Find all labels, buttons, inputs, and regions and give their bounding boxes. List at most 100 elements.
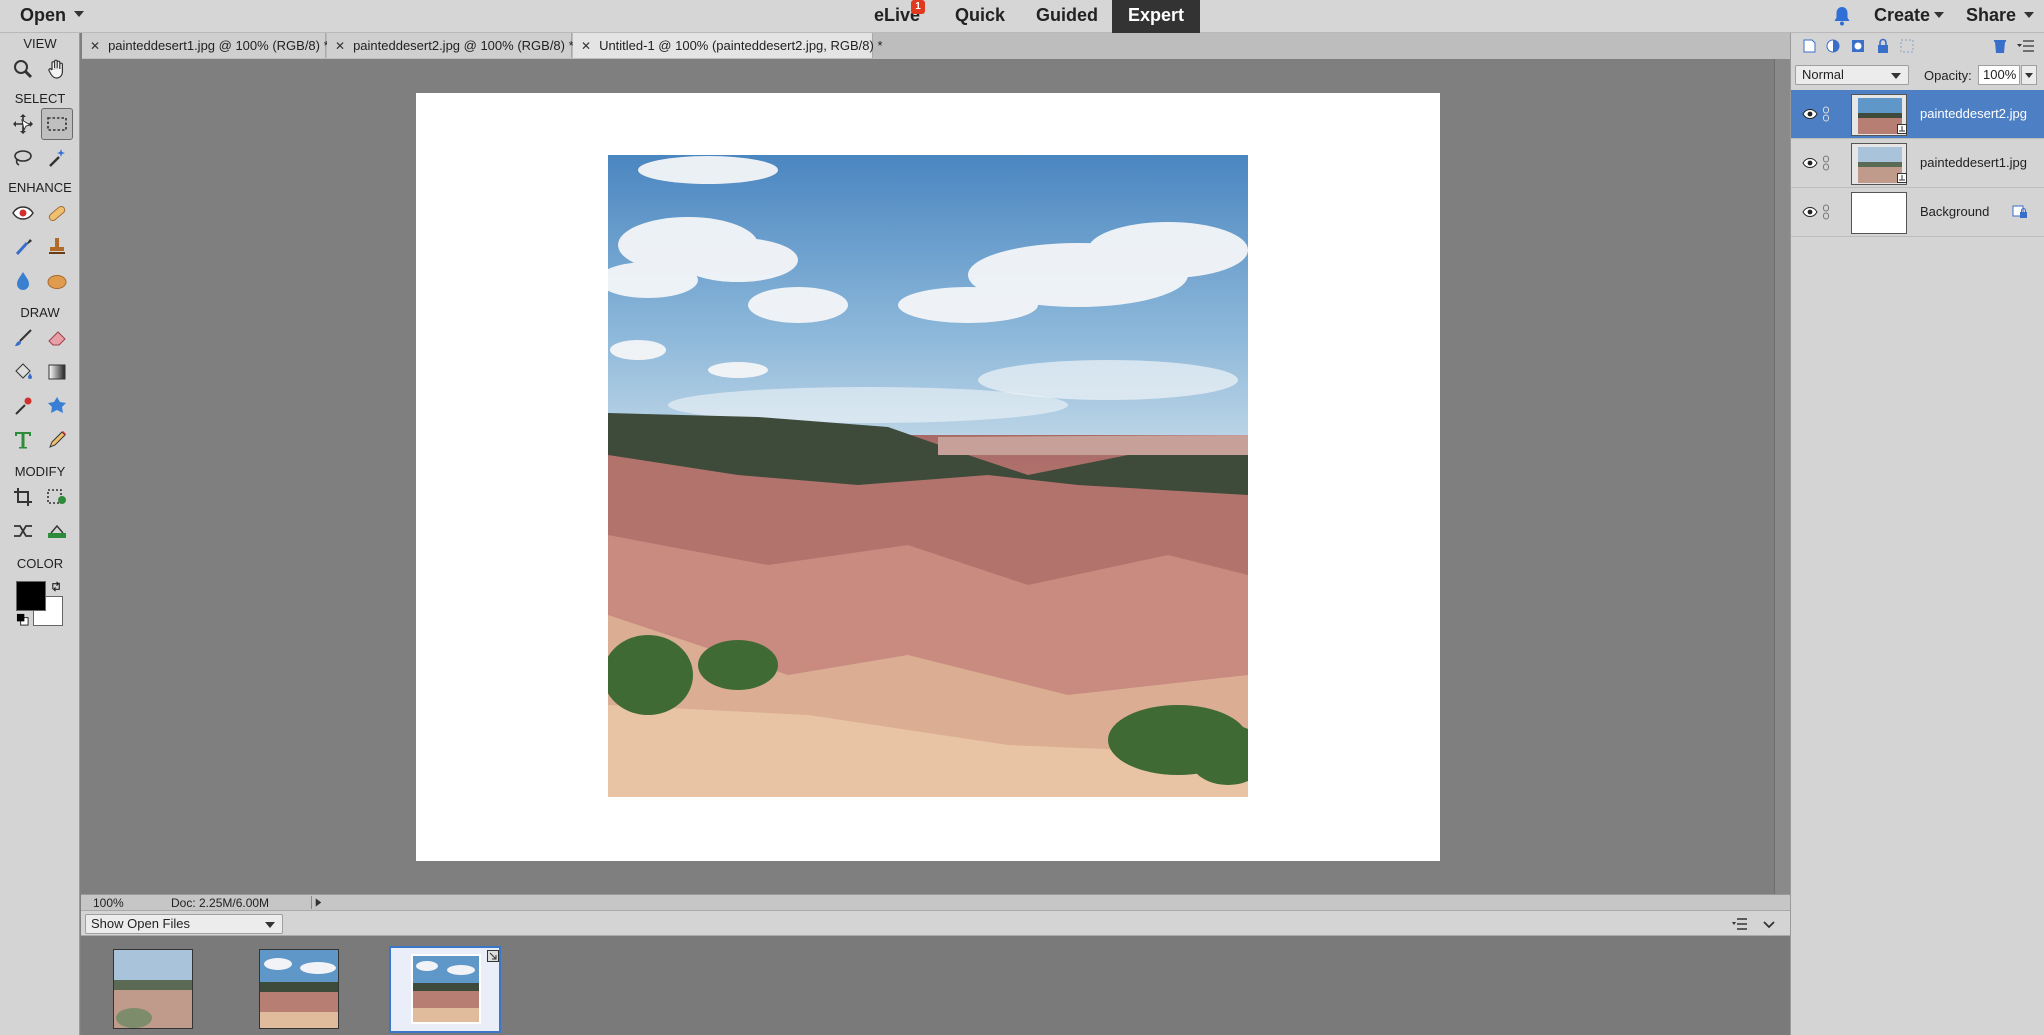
share-button[interactable]: Share	[1966, 5, 2016, 26]
content-move-icon	[14, 525, 32, 537]
move-tool[interactable]	[7, 108, 39, 140]
desert-photo-layer[interactable]	[608, 155, 1248, 797]
layer-name: painteddesert2.jpg	[1920, 106, 2027, 121]
type-tool[interactable]	[7, 424, 39, 456]
open-dropdown-chevron-icon[interactable]	[74, 11, 84, 17]
blend-mode-select[interactable]: Normal	[1795, 65, 1909, 85]
hand-icon	[48, 59, 63, 79]
lock-transparency-icon[interactable]	[1898, 37, 1916, 55]
chevron-down-icon	[1891, 73, 1901, 79]
smart-object-badge-icon	[1897, 173, 1907, 183]
top-menu-bar: Open eLive 1 Quick Guided Expert Create …	[0, 0, 2044, 33]
status-menu-arrow-icon[interactable]	[311, 896, 325, 909]
layer-row-painteddesert2[interactable]: painteddesert2.jpg	[1791, 90, 2044, 139]
create-button[interactable]: Create	[1874, 5, 1930, 26]
type-icon	[15, 432, 31, 449]
open-button[interactable]: Open	[20, 5, 66, 26]
link-icon[interactable]	[1821, 104, 1831, 124]
panel-menu-icon[interactable]	[2017, 37, 2035, 55]
create-chevron-down-icon[interactable]	[1934, 12, 1944, 18]
spot-healing-brush-tool[interactable]	[41, 197, 73, 229]
eye-red-icon	[12, 206, 34, 220]
new-layer-icon[interactable]	[1800, 37, 1818, 55]
gradient-icon	[48, 364, 66, 380]
hand-tool[interactable]	[41, 53, 73, 85]
close-tab-icon[interactable]: ✕	[335, 39, 345, 53]
thumbnail-canvas	[411, 954, 481, 1024]
bin-options-menu-icon[interactable]	[1731, 916, 1749, 932]
pencil-tool[interactable]	[41, 424, 73, 456]
paint-bucket-tool[interactable]	[7, 356, 39, 388]
close-tab-icon[interactable]: ✕	[581, 39, 591, 53]
eraser-tool[interactable]	[41, 322, 73, 354]
mode-quick-tab[interactable]: Quick	[945, 0, 1015, 33]
tab-untitled-1[interactable]: ✕ Untitled-1 @ 100% (painteddesert2.jpg, …	[573, 33, 883, 58]
tab-label: painteddesert1.jpg @ 100% (RGB/8) *	[108, 38, 329, 53]
expand-thumbnail-icon[interactable]	[487, 950, 499, 962]
thumbnail-image	[413, 956, 479, 1022]
crop-tool[interactable]	[7, 481, 39, 513]
section-label-select: SELECT	[14, 91, 66, 106]
rectangular-marquee-tool[interactable]	[41, 108, 73, 140]
lasso-tool[interactable]	[7, 142, 39, 174]
brush-tool[interactable]	[7, 322, 39, 354]
paint-bucket-icon	[15, 363, 32, 379]
trash-icon[interactable]	[1991, 37, 2009, 55]
opacity-dropdown-chevron-icon[interactable]	[2021, 65, 2037, 85]
tab-label: Untitled-1 @ 100% (painteddesert2.jpg, R…	[599, 38, 883, 53]
share-chevron-down-icon[interactable]	[2024, 12, 2034, 18]
background-lock-icon[interactable]	[2011, 203, 2029, 221]
layer-row-background[interactable]: Background	[1791, 188, 2044, 237]
recompose-tool[interactable]	[41, 481, 73, 513]
tab-painteddesert1[interactable]: ✕ painteddesert1.jpg @ 100% (RGB/8) *	[82, 33, 329, 58]
swap-colors-icon[interactable]	[50, 580, 63, 593]
gradient-tool[interactable]	[41, 356, 73, 388]
foreground-color-swatch[interactable]	[16, 581, 46, 611]
close-tab-icon[interactable]: ✕	[90, 39, 100, 53]
section-label-view: VIEW	[23, 36, 57, 51]
blend-mode-value: Normal	[1802, 67, 1844, 82]
smart-brush-tool[interactable]	[7, 231, 39, 263]
tab-painteddesert2[interactable]: ✕ painteddesert2.jpg @ 100% (RGB/8) *	[327, 33, 574, 58]
bell-icon[interactable]	[1830, 4, 1854, 28]
magic-wand-tool[interactable]	[41, 142, 73, 174]
section-label-enhance: ENHANCE	[8, 180, 72, 195]
layer-mask-icon[interactable]	[1849, 37, 1867, 55]
crop-icon	[14, 488, 32, 506]
layer-thumbnail	[1851, 192, 1907, 234]
desert-landscape-image	[608, 155, 1248, 797]
visibility-eye-icon[interactable]	[1802, 204, 1818, 220]
sponge-tool[interactable]	[41, 265, 73, 297]
section-label-color: COLOR	[16, 556, 64, 571]
photo-bin-header: Show Open Files	[81, 910, 1790, 936]
bin-thumbnail-untitled-1[interactable]	[389, 946, 501, 1033]
visibility-eye-icon[interactable]	[1802, 106, 1818, 122]
mode-expert-tab[interactable]: Expert	[1112, 0, 1200, 33]
zoom-level[interactable]: 100%	[93, 896, 124, 910]
straighten-tool[interactable]	[41, 515, 73, 547]
eyedropper-tool[interactable]	[7, 390, 39, 422]
adjustment-layer-icon[interactable]	[1824, 37, 1842, 55]
blur-tool[interactable]	[7, 265, 39, 297]
clone-stamp-tool[interactable]	[41, 231, 73, 263]
show-open-files-select[interactable]: Show Open Files	[85, 914, 283, 934]
mode-guided-tab[interactable]: Guided	[1032, 0, 1102, 33]
default-colors-icon[interactable]	[16, 613, 29, 626]
tab-label: painteddesert2.jpg @ 100% (RGB/8) *	[353, 38, 574, 53]
lock-icon[interactable]	[1874, 37, 1892, 55]
custom-shape-tool[interactable]	[41, 390, 73, 422]
layer-name: Background	[1920, 204, 1990, 219]
zoom-tool[interactable]	[7, 53, 39, 85]
bin-thumbnail-painteddesert1[interactable]	[113, 949, 193, 1029]
content-aware-move-tool[interactable]	[7, 515, 39, 547]
link-icon[interactable]	[1821, 202, 1831, 222]
canvas-vertical-scrollbar[interactable]	[1774, 59, 1790, 894]
collapse-bin-chevron-icon[interactable]	[1761, 916, 1777, 932]
opacity-input[interactable]: 100%	[1978, 65, 2020, 85]
bin-thumbnail-painteddesert2[interactable]	[259, 949, 339, 1029]
visibility-eye-icon[interactable]	[1802, 155, 1818, 171]
layer-row-painteddesert1[interactable]: painteddesert1.jpg	[1791, 139, 2044, 188]
link-icon[interactable]	[1821, 153, 1831, 173]
red-eye-tool[interactable]	[7, 197, 39, 229]
stamp-icon	[49, 238, 65, 254]
